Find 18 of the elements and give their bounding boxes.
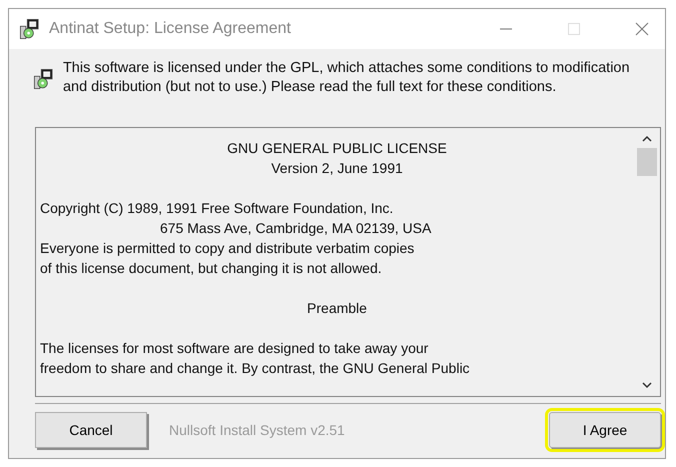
license-line: The licenses for most software are designed to take away your — [40, 340, 428, 356]
window-title: Antinat Setup: License Agreement — [49, 20, 292, 38]
license-line: of this license document, but changing it is not allowed. — [40, 260, 382, 276]
license-line: freedom to share and change it. By contrast, the GNU General Public — [40, 360, 470, 376]
close-icon[interactable] — [635, 22, 649, 36]
cancel-button[interactable]: Cancel — [35, 412, 147, 448]
license-intro-text: This software is licensed under the GPL, which attaches some conditions to modification and distribution (but not to use.) Please read the full text for these conditions. — [62, 59, 631, 97]
license-line: Version 2, June 1991 — [271, 160, 403, 176]
scroll-thumb[interactable] — [637, 148, 657, 176]
scroll-up-icon[interactable] — [641, 134, 653, 144]
branding-text: Nullsoft Install System v2.51 — [169, 422, 346, 438]
license-line: Preamble — [307, 300, 367, 316]
license-line: Everyone is permitted to copy and distribute verbatim copies — [40, 240, 414, 256]
license-line: Copyright (C) 1989, 1991 Free Software Foundation, Inc. — [40, 200, 394, 216]
license-line: GNU GENERAL PUBLIC LICENSE — [227, 140, 447, 156]
scroll-down-icon[interactable] — [641, 380, 653, 390]
license-line: 675 Mass Ave, Cambridge, MA 02139, USA — [160, 220, 432, 236]
installer-icon — [19, 18, 41, 40]
